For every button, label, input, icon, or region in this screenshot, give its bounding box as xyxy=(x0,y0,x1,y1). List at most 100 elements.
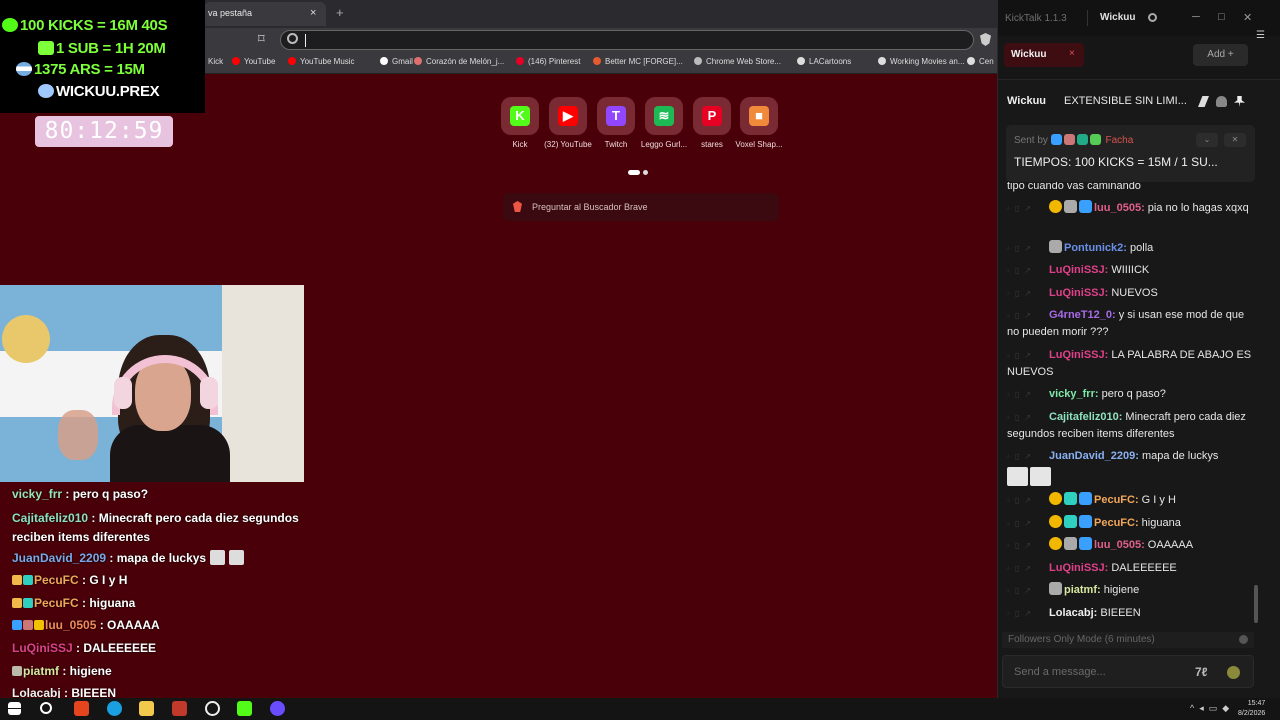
chat-username[interactable]: PecuFC: xyxy=(1094,494,1139,506)
bookmark-item[interactable]: Cen xyxy=(967,57,994,66)
brave-shield-icon[interactable] xyxy=(980,33,991,46)
chat-message[interactable]: ◦▯↗ Pontunick2: polla xyxy=(1007,240,1257,257)
minimize-icon[interactable]: ─ xyxy=(1192,11,1200,23)
shortcut-tile[interactable]: T Twitch xyxy=(591,97,641,149)
chat-username[interactable]: Cajitafeliz010: xyxy=(1049,411,1122,423)
chat-username[interactable]: LuQiniSSJ: xyxy=(1049,264,1108,276)
unpin-icon[interactable]: ✕ xyxy=(1224,133,1246,147)
chat-username[interactable]: PecuFC: xyxy=(1094,517,1139,529)
edge-browser-icon[interactable] xyxy=(107,701,122,716)
chat-username[interactable]: G4rneT12_0: xyxy=(1049,309,1116,321)
chat-username[interactable]: LuQiniSSJ: xyxy=(1049,349,1108,361)
mod-actions-icon[interactable]: ◦▯↗ xyxy=(1007,537,1049,554)
settings-gear-icon[interactable] xyxy=(1148,13,1157,22)
tiktok-studio-icon[interactable] xyxy=(172,701,187,716)
chat-message[interactable]: ◦▯↗ luu_0505: pia no lo hagas xqxq xyxy=(1007,200,1257,217)
mod-actions-icon[interactable]: ◦▯↗ xyxy=(1007,492,1049,509)
chat-message[interactable]: tipo cuando vas caminando xyxy=(1007,182,1257,195)
bookmark-item[interactable]: Better MC [FORGE]... xyxy=(593,57,683,66)
page-indicator[interactable] xyxy=(628,162,651,180)
search-icon[interactable] xyxy=(40,702,52,714)
chat-message[interactable]: ◦▯↗ piatmf: higiene xyxy=(1007,582,1257,599)
bookmark-item[interactable]: Gmail xyxy=(380,57,413,66)
brave-browser-icon[interactable] xyxy=(74,701,89,716)
chat-message[interactable]: ◦▯↗ LuQiniSSJ: WIIIICK xyxy=(1007,262,1257,279)
add-channel-button[interactable]: Add + xyxy=(1193,44,1248,66)
address-bar[interactable] xyxy=(280,30,974,50)
shortcut-tile[interactable]: K Kick xyxy=(495,97,545,149)
emote-icon[interactable] xyxy=(1030,467,1051,486)
chat-username[interactable]: JuanDavid_2209: xyxy=(1049,450,1139,462)
kick-emote-icon[interactable]: 7ℓ xyxy=(1195,665,1208,679)
chevron-down-icon[interactable]: ⌄ xyxy=(1196,133,1218,147)
mod-actions-icon[interactable]: ◦▯↗ xyxy=(1007,386,1049,403)
bookmark-item[interactable]: (146) Pinterest xyxy=(516,57,580,66)
mod-sword-icon[interactable] xyxy=(1198,96,1209,107)
windows-start-icon[interactable] xyxy=(8,702,21,715)
bookmark-item[interactable]: LACartoons xyxy=(797,57,851,66)
chat-username[interactable]: piatmf: xyxy=(1064,584,1101,596)
clock[interactable]: 15:47 8/2/2026 xyxy=(1238,699,1265,719)
bookmark-item[interactable]: Working Movies an... xyxy=(878,57,965,66)
emote-icon[interactable] xyxy=(1007,467,1028,486)
obs-icon[interactable] xyxy=(205,701,220,716)
shortcut-tile[interactable]: Pstares xyxy=(687,97,737,149)
close-channel-icon[interactable]: × xyxy=(1069,48,1075,59)
chat-username[interactable]: Lolacabj: xyxy=(1049,607,1097,619)
chat-message[interactable]: ◦▯↗ LuQiniSSJ: LA PALABRA DE ABAJO ES NUE… xyxy=(1007,347,1257,381)
kicktalk-app-icon[interactable] xyxy=(270,701,285,716)
info-icon[interactable] xyxy=(1239,635,1248,644)
file-explorer-icon[interactable] xyxy=(139,701,154,716)
close-window-icon[interactable]: ✕ xyxy=(1243,11,1252,24)
bookmark-item[interactable]: Corazón de Melón_j... xyxy=(414,57,504,66)
mod-actions-icon[interactable]: ◦▯↗ xyxy=(1007,285,1049,302)
emoji-icon[interactable] xyxy=(1227,666,1240,679)
bookmark-item[interactable]: YouTube Music xyxy=(288,57,355,66)
active-tab[interactable]: va pestaña xyxy=(204,2,326,26)
bookmark-item[interactable]: Kick xyxy=(208,57,223,66)
users-icon[interactable] xyxy=(1216,96,1227,107)
message-input[interactable]: Send a message... 7ℓ xyxy=(1002,655,1254,688)
mod-actions-icon[interactable]: ◦▯↗ xyxy=(1007,448,1049,465)
ask-brave-search[interactable]: Preguntar al Buscador Brave xyxy=(503,193,779,221)
chat-username[interactable]: luu_0505: xyxy=(1094,539,1145,551)
chat-username[interactable]: vicky_frr: xyxy=(1049,388,1099,400)
chat-username[interactable]: Pontunick2: xyxy=(1064,242,1127,254)
bookmark-item[interactable]: Chrome Web Store... xyxy=(694,57,781,66)
mod-actions-icon[interactable]: ◦▯↗ xyxy=(1007,200,1049,217)
chat-username[interactable]: LuQiniSSJ: xyxy=(1049,287,1108,299)
chat-message[interactable]: ◦▯↗ PecuFC: higuana xyxy=(1007,515,1257,532)
chat-message[interactable]: ◦▯↗ luu_0505: OAAAAA xyxy=(1007,537,1257,554)
mod-actions-icon[interactable]: ◦▯↗ xyxy=(1007,582,1049,599)
mod-actions-icon[interactable]: ◦▯↗ xyxy=(1007,515,1049,532)
bookmark-item[interactable]: YouTube xyxy=(232,57,275,66)
chat-message[interactable]: ◦▯↗ LuQiniSSJ: NUEVOS xyxy=(1007,285,1257,302)
chat-message[interactable]: ◦▯↗ JuanDavid_2209: mapa de luckys xyxy=(1007,448,1257,489)
mod-actions-icon[interactable]: ◦▯↗ xyxy=(1007,307,1049,324)
mod-actions-icon[interactable]: ◦▯↗ xyxy=(1007,240,1049,257)
bookmark-icon[interactable]: ⌑ xyxy=(258,31,265,47)
shortcut-tile[interactable]: ▶ (32) YouTube xyxy=(543,97,593,149)
kick-app-icon[interactable] xyxy=(237,701,252,716)
mod-actions-icon[interactable]: ◦▯↗ xyxy=(1007,262,1049,279)
mod-actions-icon[interactable]: ◦▯↗ xyxy=(1007,409,1049,426)
close-tab-icon[interactable]: × xyxy=(310,7,316,19)
system-tray[interactable]: ^◂▭◆ xyxy=(1190,703,1234,714)
account-user[interactable]: Wickuu xyxy=(1100,12,1135,23)
chat-message[interactable]: ◦▯↗ vicky_frr: pero q paso? xyxy=(1007,386,1257,403)
chat-scrollbar[interactable] xyxy=(1254,585,1258,623)
shortcut-tile[interactable]: ■ Voxel Shap... xyxy=(734,97,784,149)
mod-actions-icon[interactable]: ◦▯↗ xyxy=(1007,605,1049,622)
shortcut-tile[interactable]: ≋ Leggo Gurl... xyxy=(639,97,689,149)
mod-actions-icon[interactable]: ◦▯↗ xyxy=(1007,560,1049,577)
mod-actions-icon[interactable]: ◦▯↗ xyxy=(1007,347,1049,364)
chat-message[interactable]: ◦▯↗ Lolacabj: BIEEEN xyxy=(1007,605,1257,622)
chat-message[interactable]: ◦▯↗ Cajitafeliz010: Minecraft pero cada d… xyxy=(1007,409,1257,443)
chat-message[interactable]: ◦▯↗ PecuFC: G I y H xyxy=(1007,492,1257,509)
new-tab-button[interactable]: + xyxy=(336,5,344,20)
chat-username[interactable]: luu_0505: xyxy=(1094,202,1145,214)
chat-message[interactable]: ◦▯↗ G4rneT12_0: y si usan ese mod de que … xyxy=(1007,307,1257,341)
maximize-icon[interactable]: □ xyxy=(1218,11,1225,23)
desktop-menu-icon[interactable]: ☰ xyxy=(1256,30,1265,41)
chat-message[interactable]: ◦▯↗ LuQiniSSJ: DALEEEEEE xyxy=(1007,560,1257,577)
